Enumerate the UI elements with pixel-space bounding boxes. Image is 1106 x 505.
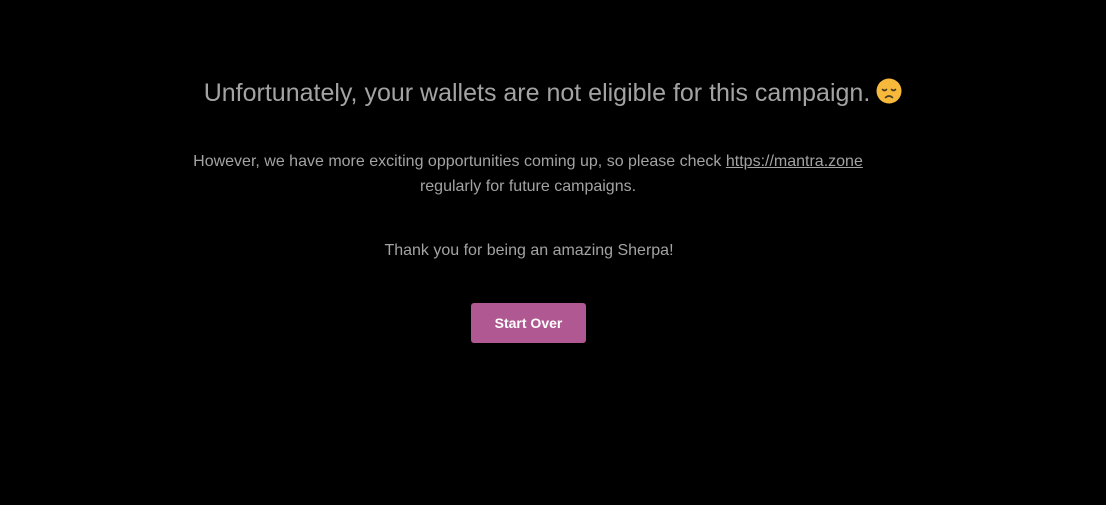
heading-text: Unfortunately, your wallets are not elig…: [203, 79, 871, 107]
info-message: However, we have more exciting opportuni…: [188, 149, 868, 199]
mantra-zone-link[interactable]: https://mantra.zone: [726, 153, 863, 170]
page-heading: Unfortunately, your wallets are not elig…: [0, 76, 1106, 110]
ineligible-page: Unfortunately, your wallets are not elig…: [0, 0, 1106, 505]
info-text-end: regularly for future campaigns.: [419, 178, 637, 195]
start-over-button[interactable]: Start Over: [471, 303, 586, 343]
disappointed-face-icon: [876, 78, 902, 104]
info-text-start: However, we have more exciting opportuni…: [193, 153, 726, 170]
thanks-message: Thank you for being an amazing Sherpa!: [384, 242, 674, 259]
